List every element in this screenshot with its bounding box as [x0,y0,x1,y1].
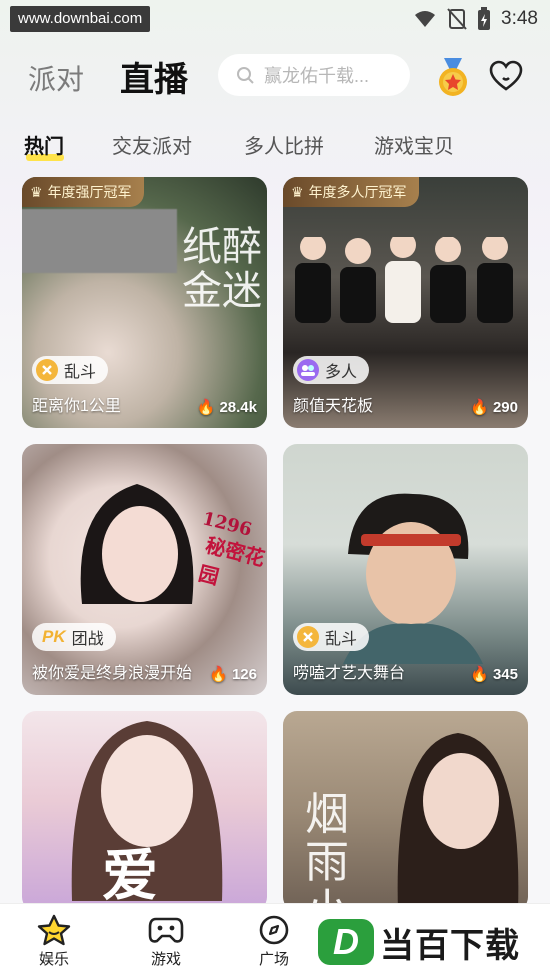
popularity-count: 345 [492,665,518,683]
live-room-card[interactable]: 烟雨小 [283,711,528,911]
room-popularity: 🔥 345 [470,665,518,684]
tag-label: 乱斗 [325,631,358,648]
url-watermark: www.downbai.com [10,6,151,32]
room-tag: PK 团战 [32,623,116,651]
room-tag: 乱斗 [293,623,370,651]
nav-games[interactable]: 游戏 [136,912,196,969]
multi-user-icon [297,359,319,381]
popularity-count: 126 [231,665,257,683]
live-room-card[interactable]: 纸醉金迷 ♛ 年度强厅冠军 乱斗 距离你1公里 🔥 28.4k [22,177,267,428]
brawl-icon [297,626,319,648]
tab-live[interactable]: 直播 [120,52,188,101]
champion-badge: ♛ 年度强厅冠军 [22,177,144,207]
status-bar: www.downbai.com 3:48 [0,0,550,38]
tag-label: 乱斗 [64,364,97,381]
room-title: 距离你1公里 [32,398,121,415]
brand-text: 当百下载 [380,926,520,965]
wifi-icon [415,11,436,27]
room-tag: 乱斗 [32,356,109,384]
brand-logo: D [318,919,374,965]
search-icon [237,67,254,84]
crown-icon: ♛ [30,183,43,200]
favorites-heart-icon[interactable] [489,60,523,92]
cover-text: 烟雨小 [305,789,349,912]
battery-icon [478,7,491,30]
nav-label: 游戏 [150,951,181,968]
search-bar[interactable]: 赢龙佑千载... [218,54,410,96]
room-popularity: 🔥 126 [209,665,257,684]
nav-label: 广场 [258,951,289,968]
header: 派对 直播 赢龙佑千载... [0,48,550,104]
badge-label: 年度多人厅冠军 [308,184,407,200]
status-icons: 3:48 [413,6,538,32]
bottom-nav: 娱乐 游戏 广场 D 当百下载 [0,903,550,977]
pk-label: PK [42,627,66,646]
compass-icon [259,915,289,945]
live-room-card[interactable]: 爱 [22,711,267,911]
popularity-count: 290 [492,398,518,416]
subtab-game-baby[interactable]: 游戏宝贝 [374,130,454,159]
no-sim-icon [447,8,467,30]
flame-icon: 🔥 [209,666,228,683]
champion-badge: ♛ 年度多人厅冠军 [283,177,419,207]
medal-icon[interactable] [436,58,470,98]
portrait-silhouette [397,733,519,911]
flame-icon: 🔥 [470,399,489,416]
cover-text: 爱 [102,843,158,909]
room-popularity: 🔥 28.4k [196,398,257,417]
subtab-hot[interactable]: 热门 [24,130,64,159]
popularity-count: 28.4k [219,398,257,416]
badge-label: 年度强厅冠军 [47,184,132,200]
category-tabs: 热门 交友派对 多人比拼 游戏宝贝 [0,128,550,162]
room-popularity: 🔥 290 [470,398,518,417]
room-title: 唠嗑才艺大舞台 [293,665,406,682]
nav-plaza[interactable]: 广场 [244,912,304,969]
nav-label: 娱乐 [38,951,69,968]
group-photo [295,237,513,323]
star-icon [37,914,71,946]
flame-icon: 🔥 [470,666,489,683]
subtab-dating-party[interactable]: 交友派对 [112,130,192,159]
crown-icon: ♛ [291,183,304,200]
live-room-card[interactable]: 1296 秘密花园 PK 团战 被你爱是终身浪漫开始 🔥 126 [22,444,267,695]
live-room-card[interactable]: ♛ 年度多人厅冠军 多人 颜值天花板 🔥 290 [283,177,528,428]
search-placeholder: 赢龙佑千载... [264,66,370,86]
tag-label: 团战 [71,631,104,648]
brand-watermark: D 当百下载 [318,910,543,974]
room-title: 被你爱是终身浪漫开始 [32,665,193,682]
tab-party[interactable]: 派对 [28,58,84,98]
tag-label: 多人 [325,364,358,381]
portrait-silhouette [80,484,194,604]
live-room-card[interactable]: 乱斗 唠嗑才艺大舞台 🔥 345 [283,444,528,695]
room-title: 颜值天花板 [293,398,374,415]
gamepad-icon [148,917,184,943]
subtab-multi-pk[interactable]: 多人比拼 [244,130,324,159]
flame-icon: 🔥 [196,399,216,416]
status-time: 3:48 [501,8,538,29]
blurred-region [22,209,177,273]
room-tag: 多人 [293,356,370,384]
cover-text: 纸醉金迷 [182,224,262,314]
nav-entertainment[interactable]: 娱乐 [24,912,84,969]
brawl-icon [36,359,58,381]
